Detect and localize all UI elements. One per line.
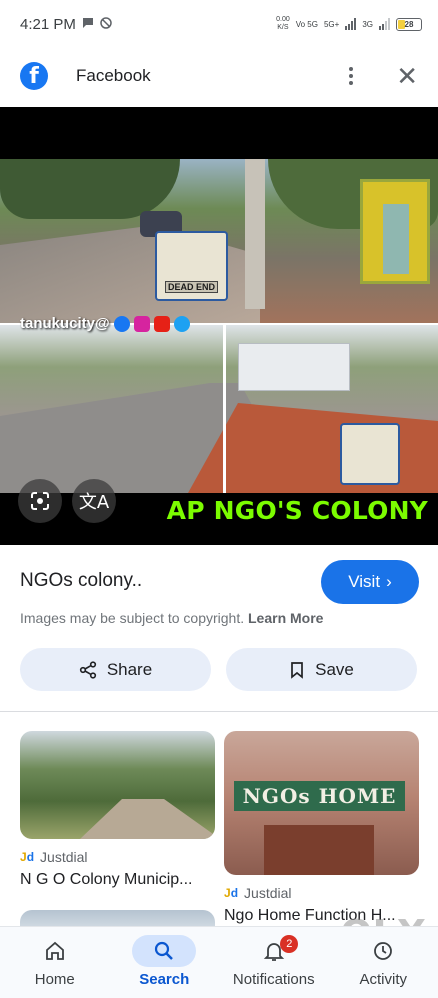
related-result-card[interactable]: NGOs HOME Jd Justdial Ngo Home Function … [224, 731, 419, 925]
instagram-icon [133, 315, 150, 332]
translate-icon: 文A [78, 492, 110, 513]
battery-icon: 28 [396, 17, 422, 31]
battery-level: 28 [404, 19, 414, 29]
copyright-text: Images may be subject to copyright. [20, 610, 245, 626]
image-caption: AP NGO'S COLONY [166, 496, 428, 525]
facebook-logo-icon: f [20, 62, 48, 90]
net-speed: 0.00 K/S [276, 16, 290, 32]
network-3g-label: 3G [362, 19, 373, 29]
ngos-home-sign: NGOs HOME [234, 781, 405, 811]
top-bar: f Facebook ✕ [0, 50, 438, 102]
nav-activity-label: Activity [359, 971, 407, 988]
facebook-small-icon [113, 315, 130, 332]
bookmark-icon [291, 661, 303, 679]
bottom-navigation: Home Search 2 Notifications Activity [0, 926, 438, 998]
result-thumbnail: NGOs HOME [224, 731, 419, 875]
signal-icon-2 [379, 18, 390, 30]
close-icon[interactable]: ✕ [396, 63, 418, 89]
result-thumbnail [20, 731, 215, 839]
street-sign-top: DEAD END [155, 231, 228, 301]
search-icon [132, 935, 197, 967]
result-card-title: N G O Colony Municip... [20, 871, 193, 888]
copyright-note: Images may be subject to copyright. Lear… [20, 610, 323, 626]
network-5g-label: 5G+ [323, 19, 340, 29]
result-source-name: Justdial [40, 849, 88, 865]
section-divider [0, 711, 438, 712]
volte-indicator: Vo 5G [295, 19, 318, 29]
net-speed-value: 0.00 [276, 16, 290, 23]
visit-label: Visit [348, 572, 381, 591]
youtube-icon [153, 315, 170, 332]
status-time: 4:21 PM [20, 15, 76, 33]
signal-icon [345, 18, 357, 30]
photo-bottom-half [0, 325, 438, 493]
site-title: Facebook [76, 66, 151, 85]
watermark-text: tanukucity@ [20, 315, 110, 332]
nav-search[interactable]: Search [110, 927, 220, 998]
net-speed-unit: K/S [277, 24, 289, 31]
street-sign-bottom [340, 423, 400, 485]
nav-notifications-label: Notifications [232, 971, 315, 988]
house [238, 343, 350, 391]
activity-icon [351, 935, 415, 967]
related-result-card[interactable]: Jd Justdial N G O Colony Municip... [20, 731, 215, 889]
nav-search-label: Search [139, 971, 190, 988]
result-title: NGOs colony.. [20, 570, 143, 591]
nav-notifications[interactable]: 2 Notifications [219, 927, 329, 998]
share-label: Share [106, 659, 153, 679]
message-notification-icon [82, 16, 94, 32]
save-button[interactable]: Save [226, 648, 417, 691]
share-icon [79, 660, 96, 679]
yellow-utility-box [360, 179, 430, 284]
share-button[interactable]: Share [20, 648, 211, 691]
nav-activity[interactable]: Activity [329, 927, 438, 998]
home-icon [23, 935, 87, 967]
result-source-name: Justdial [244, 885, 292, 901]
lens-icon [31, 492, 49, 510]
nav-home[interactable]: Home [0, 927, 110, 998]
save-label: Save [315, 659, 354, 679]
more-options-icon[interactable] [346, 67, 356, 85]
justdial-logo-icon: Jd [224, 886, 239, 900]
status-bar: 4:21 PM 0.00 K/S Vo 5G 5G+ 3G 28 [0, 0, 438, 48]
do-not-disturb-icon [100, 16, 112, 32]
dead-end-label: DEAD END [165, 281, 218, 293]
translate-button[interactable]: 文A [72, 479, 116, 523]
twitter-icon [173, 315, 190, 332]
image-preview[interactable]: DEAD END tanukucity@ 文A AP NGO'S COLONY [0, 107, 438, 545]
photo-top-half: DEAD END [0, 159, 438, 325]
result-source: Jd Justdial [20, 849, 215, 865]
justdial-logo-icon: Jd [20, 850, 35, 864]
learn-more-link[interactable]: Learn More [248, 610, 323, 626]
chevron-right-icon: › [386, 572, 392, 591]
lens-button[interactable] [18, 479, 62, 523]
visit-button[interactable]: Visit › [321, 560, 419, 604]
nav-home-label: Home [34, 971, 75, 988]
watermark: tanukucity@ [20, 315, 190, 332]
result-source: Jd Justdial [224, 885, 419, 901]
